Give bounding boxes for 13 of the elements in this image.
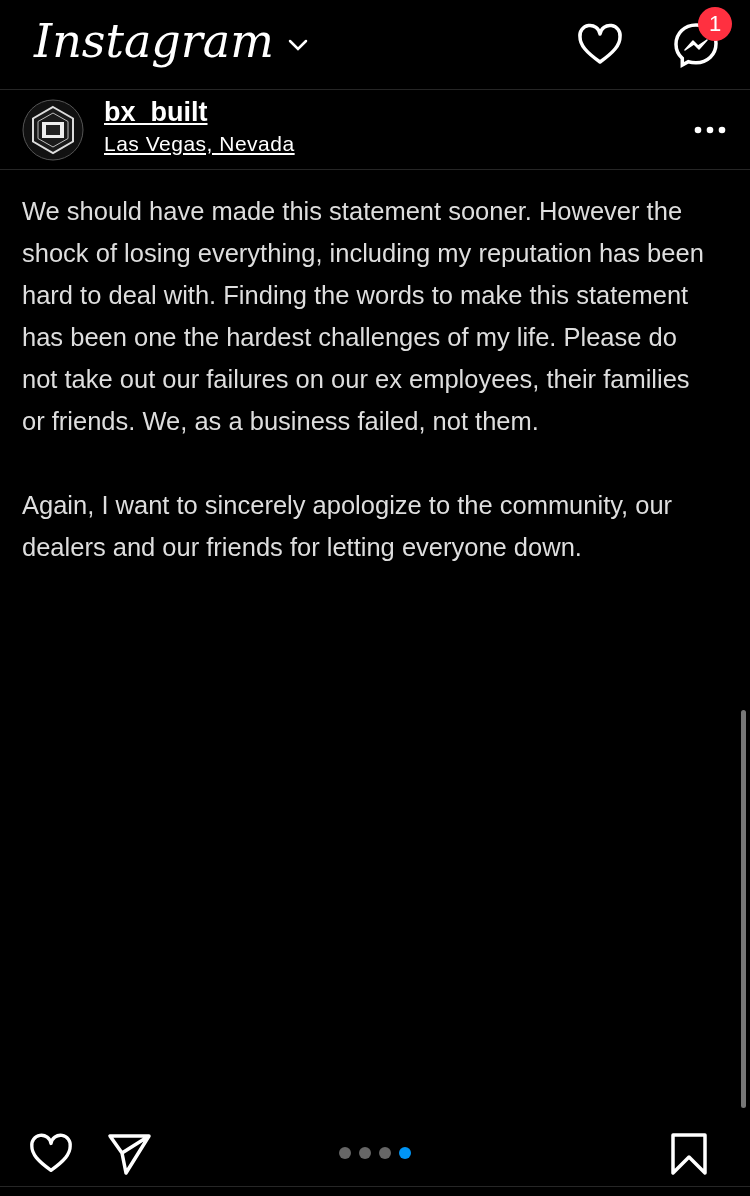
carousel-dot[interactable] — [359, 1147, 371, 1159]
username-link[interactable]: bx_built — [104, 97, 208, 128]
more-options-icon[interactable] — [694, 125, 726, 134]
carousel-dot[interactable] — [399, 1147, 411, 1159]
statement-paragraph: Again, I want to sincerely apologize to the community, our dealers and our friends for letting everyone down. — [22, 490, 674, 563]
carousel-dot[interactable] — [379, 1147, 391, 1159]
chevron-down-icon[interactable] — [287, 38, 308, 51]
profile-avatar[interactable] — [22, 98, 84, 161]
location-link[interactable]: Las Vegas, Nevada — [104, 132, 295, 156]
carousel-dot[interactable] — [339, 1147, 351, 1159]
statement-paragraph: We should have made this statement sooner. However the shock of losing everything, including my reputation has been hard to deal with. Finding the words to make this statement has been one the hardest challenges of my life. Please do not take out our failures on our ex employees, their families or friends. We, as a business failed, not them. — [22, 196, 705, 437]
instagram-logo[interactable]: Instagram — [34, 13, 274, 68]
notification-badge: 1 — [698, 6, 732, 41]
